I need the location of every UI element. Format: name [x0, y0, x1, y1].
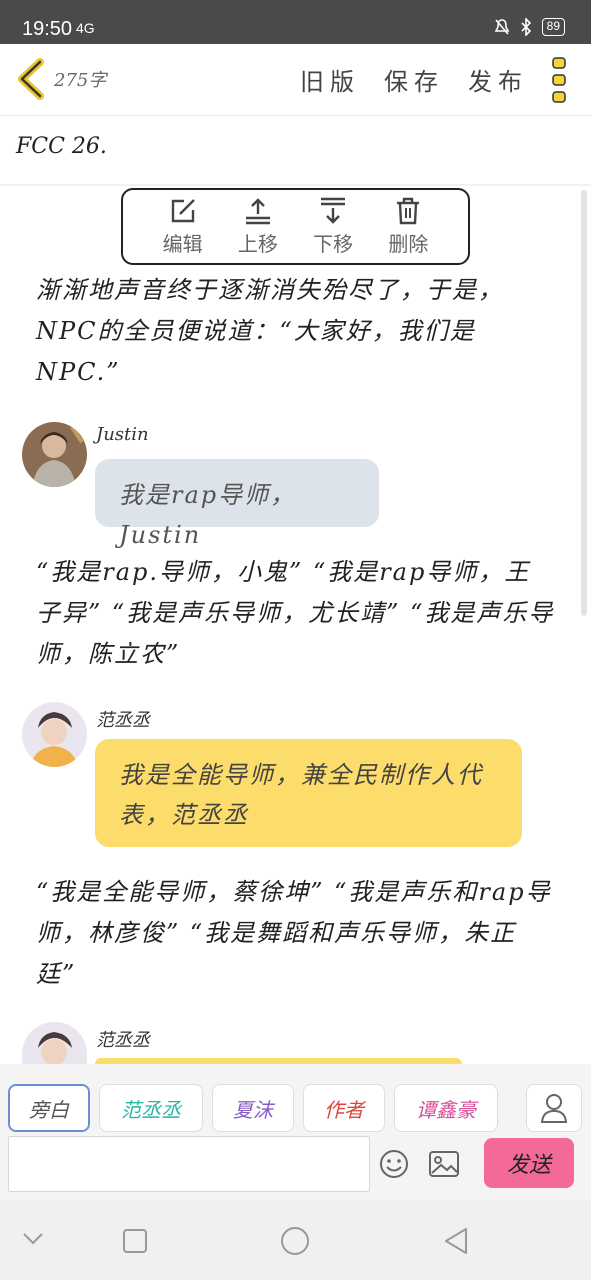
header-menu: 旧版 保存 发布 — [300, 62, 528, 97]
move-up-icon — [245, 198, 270, 225]
edit-icon — [171, 199, 195, 223]
message-bubble[interactable]: 我是全能导师，兼全民制作人代表，范丞丞 — [95, 739, 522, 847]
system-nav-bar — [0, 1200, 591, 1280]
message-bubble[interactable]: 我是rap导师，Justin — [95, 459, 379, 549]
battery-indicator: 89 — [541, 18, 565, 36]
chevron-down-icon[interactable] — [22, 1232, 44, 1246]
move-up-label: 上移 — [237, 232, 278, 256]
role-label: 范丞丞 — [121, 1097, 181, 1122]
role-chip[interactable]: 范丞丞 — [99, 1084, 203, 1132]
recents-icon[interactable] — [122, 1228, 148, 1254]
back-arrow-icon[interactable] — [14, 58, 50, 100]
edit-button[interactable]: 编辑 — [153, 196, 213, 257]
bluetooth-icon — [521, 18, 531, 36]
delete-icon — [397, 197, 420, 225]
composer-panel: 旁白 范丞丞 夏沫 作者 谭鑫豪 发送 — [0, 1064, 591, 1200]
edit-label: 编辑 — [162, 232, 203, 256]
scrollbar[interactable] — [581, 190, 587, 616]
move-down-label: 下移 — [313, 232, 354, 256]
old-version-button[interactable]: 旧版 — [300, 62, 360, 97]
move-down-button[interactable]: 下移 — [303, 196, 363, 257]
image-icon[interactable] — [428, 1150, 460, 1178]
emoji-icon[interactable] — [378, 1148, 410, 1180]
move-down-icon — [321, 197, 346, 224]
divider — [0, 184, 591, 186]
role-chip-narrator[interactable]: 旁白 — [8, 1084, 90, 1132]
editor-header: 275字 旧版 保存 发布 — [0, 44, 591, 116]
message-input[interactable] — [8, 1136, 370, 1192]
role-label: 夏沫 — [233, 1097, 273, 1122]
word-count: 275字 — [54, 70, 107, 91]
narration-block[interactable]: 渐渐地声音终于逐渐消失殆尽了，于是，NPC的全员便说道：“大家好，我们是NPC.… — [36, 270, 556, 393]
save-button[interactable]: 保存 — [384, 62, 444, 97]
send-button[interactable]: 发送 — [484, 1138, 574, 1188]
speaker-name: Justin — [96, 424, 149, 445]
speaker-name: 范丞丞 — [96, 1030, 150, 1051]
manage-roles-button[interactable] — [526, 1084, 582, 1132]
status-time: 19:50 — [22, 18, 73, 40]
role-chip[interactable]: 夏沫 — [212, 1084, 294, 1132]
status-bar: 19:50 4G 89 — [0, 0, 591, 44]
status-right: 89 — [494, 18, 565, 36]
delete-button[interactable]: 删除 — [378, 196, 438, 257]
signal-indicator: 4G — [76, 20, 95, 36]
context-toolbar: 编辑 上移 下移 删除 — [121, 188, 470, 265]
document-title[interactable]: FCC 26. — [16, 134, 107, 159]
role-chip[interactable]: 谭鑫豪 — [394, 1084, 498, 1132]
avatar[interactable] — [22, 1022, 87, 1064]
narration-block[interactable]: “我是rap.导师，小鬼” “我是rap导师，王子异” “我是声乐导师，尤长靖”… — [36, 552, 556, 675]
mute-icon — [494, 19, 509, 35]
role-label: 作者 — [324, 1097, 364, 1122]
narration-block[interactable]: “我是全能导师，蔡徐坤” “我是声乐和rap导师，林彦俊” “我是舞蹈和声乐导师… — [36, 872, 556, 995]
avatar[interactable] — [22, 702, 87, 767]
role-label: 旁白 — [29, 1097, 69, 1122]
role-chip[interactable]: 作者 — [303, 1084, 385, 1132]
speaker-name: 范丞丞 — [96, 710, 150, 731]
avatar[interactable] — [22, 422, 87, 487]
more-menu-icon[interactable] — [548, 56, 570, 104]
role-label: 谭鑫豪 — [416, 1097, 476, 1122]
person-icon — [540, 1094, 568, 1123]
role-selector: 旁白 范丞丞 夏沫 作者 谭鑫豪 — [8, 1084, 498, 1132]
delete-label: 删除 — [388, 232, 429, 256]
publish-button[interactable]: 发布 — [468, 62, 528, 97]
home-icon[interactable] — [280, 1226, 310, 1256]
move-up-button[interactable]: 上移 — [228, 196, 288, 257]
back-icon[interactable] — [442, 1226, 470, 1256]
